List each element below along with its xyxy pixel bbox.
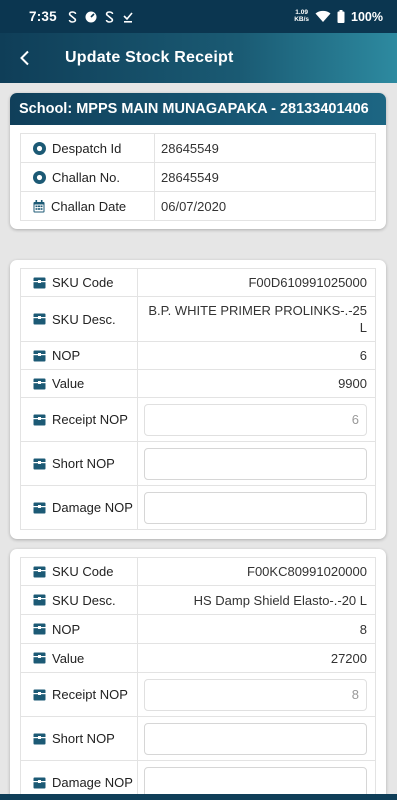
table-row: Challan No. 28645549: [20, 162, 376, 192]
inventory-icon: [33, 350, 46, 361]
challan-no-value: 28645549: [154, 162, 376, 192]
status-bar: 7:35 1.09 KB/s 100%: [0, 0, 397, 33]
table-row: Receipt NOP: [20, 672, 376, 717]
inventory-icon: [33, 378, 46, 389]
notification-s-icon: [68, 10, 77, 23]
nop-value: 6: [137, 341, 376, 370]
short-nop-label: Short NOP: [52, 456, 115, 471]
table-row: SKU Code F00KC80991020000: [20, 557, 376, 586]
school-card: School: MPPS MAIN MUNAGAPAKA - 281334014…: [10, 93, 386, 229]
stock-item-table: SKU Code F00KC80991020000 SKU Desc. HS D…: [20, 557, 376, 800]
nop-value: 8: [137, 614, 376, 644]
value-label: Value: [52, 376, 85, 391]
stock-item-card: SKU Code F00KC80991020000 SKU Desc. HS D…: [10, 549, 386, 800]
nop-label: NOP: [52, 348, 81, 363]
sku-code-value: F00KC80991020000: [137, 557, 376, 586]
table-row: SKU Desc. HS Damp Shield Elasto-.-20 L: [20, 585, 376, 615]
radio-icon: [33, 170, 46, 184]
short-nop-label: Short NOP: [52, 731, 115, 746]
despatch-id-label: Despatch Id: [52, 140, 122, 156]
value-value: 27200: [137, 643, 376, 673]
damage-nop-input[interactable]: [144, 491, 367, 524]
arrow-back-icon: [20, 50, 29, 66]
table-row: Receipt NOP: [20, 397, 376, 442]
inventory-icon: [33, 623, 46, 635]
challan-date-value: 06/07/2020: [154, 191, 376, 221]
short-nop-input[interactable]: [144, 447, 367, 480]
back-button[interactable]: [0, 33, 50, 83]
inventory-icon: [33, 594, 46, 606]
inventory-icon: [33, 277, 46, 288]
page-title: Update Stock Receipt: [65, 49, 234, 66]
value-value: 9900: [137, 369, 376, 398]
inventory-icon: [33, 502, 46, 513]
inventory-icon: [33, 777, 46, 788]
table-row: SKU Code F00D610991025000: [20, 268, 376, 297]
inventory-icon: [33, 733, 46, 744]
sku-desc-label: SKU Desc.: [52, 592, 116, 608]
inventory-icon: [33, 566, 46, 577]
challan-no-label: Challan No.: [52, 169, 120, 185]
stock-item-table: SKU Code F00D610991025000 SKU Desc. B.P.…: [20, 268, 376, 530]
inventory-icon: [33, 689, 46, 700]
sku-code-value: F00D610991025000: [137, 268, 376, 297]
battery-percent: 100%: [351, 9, 383, 24]
challan-date-label: Challan Date: [51, 198, 127, 214]
damage-nop-label: Damage NOP: [52, 500, 133, 515]
table-row: Damage NOP: [20, 485, 376, 530]
calendar-icon: [33, 199, 45, 212]
value-label: Value: [52, 650, 85, 666]
app-bar: Update Stock Receipt: [0, 33, 397, 83]
status-time: 7:35: [29, 9, 57, 24]
download-done-icon: [123, 11, 133, 23]
bottom-bar: [0, 794, 397, 800]
nop-label: NOP: [52, 621, 81, 637]
status-right: 1.09 KB/s 100%: [294, 9, 383, 24]
table-row: Value 9900: [20, 369, 376, 398]
damage-nop-label: Damage NOP: [52, 775, 133, 790]
school-details-table: Despatch Id 28645549 Challan No. 2864554…: [20, 133, 376, 221]
receipt-nop-label: Receipt NOP: [52, 687, 128, 702]
despatch-id-value: 28645549: [154, 133, 376, 163]
inventory-icon: [33, 414, 46, 425]
table-row: NOP 6: [20, 341, 376, 370]
sku-code-label: SKU Code: [52, 275, 114, 290]
notification-s-icon-2: [105, 10, 114, 23]
sku-desc-label: SKU Desc.: [52, 311, 116, 327]
table-row: SKU Desc. B.P. WHITE PRIMER PROLINKS-.-2…: [20, 296, 376, 342]
gauge-icon: [85, 11, 97, 22]
stock-item-card: SKU Code F00D610991025000 SKU Desc. B.P.…: [10, 260, 386, 539]
battery-icon: [337, 10, 345, 23]
inventory-icon: [33, 652, 46, 664]
inventory-icon: [33, 458, 46, 469]
wifi-icon: [315, 10, 331, 22]
receipt-nop-label: Receipt NOP: [52, 412, 128, 427]
receipt-nop-input[interactable]: [144, 403, 367, 436]
net-speed: 1.09 KB/s: [294, 9, 310, 23]
short-nop-input[interactable]: [144, 722, 367, 755]
table-row: Challan Date 06/07/2020: [20, 191, 376, 221]
sku-code-label: SKU Code: [52, 564, 114, 579]
sku-desc-value: HS Damp Shield Elasto-.-20 L: [137, 585, 376, 615]
net-speed-unit: KB/s: [294, 15, 310, 23]
table-row: NOP 8: [20, 614, 376, 644]
sku-desc-value: B.P. WHITE PRIMER PROLINKS-.-25 L: [137, 296, 376, 342]
notification-icons: [67, 10, 134, 23]
inventory-icon: [33, 313, 46, 325]
radio-icon: [33, 141, 46, 155]
school-header: School: MPPS MAIN MUNAGAPAKA - 281334014…: [10, 93, 386, 125]
table-row: Short NOP: [20, 716, 376, 761]
table-row: Despatch Id 28645549: [20, 133, 376, 163]
receipt-nop-input[interactable]: [144, 678, 367, 711]
table-row: Value 27200: [20, 643, 376, 673]
table-row: Short NOP: [20, 441, 376, 486]
